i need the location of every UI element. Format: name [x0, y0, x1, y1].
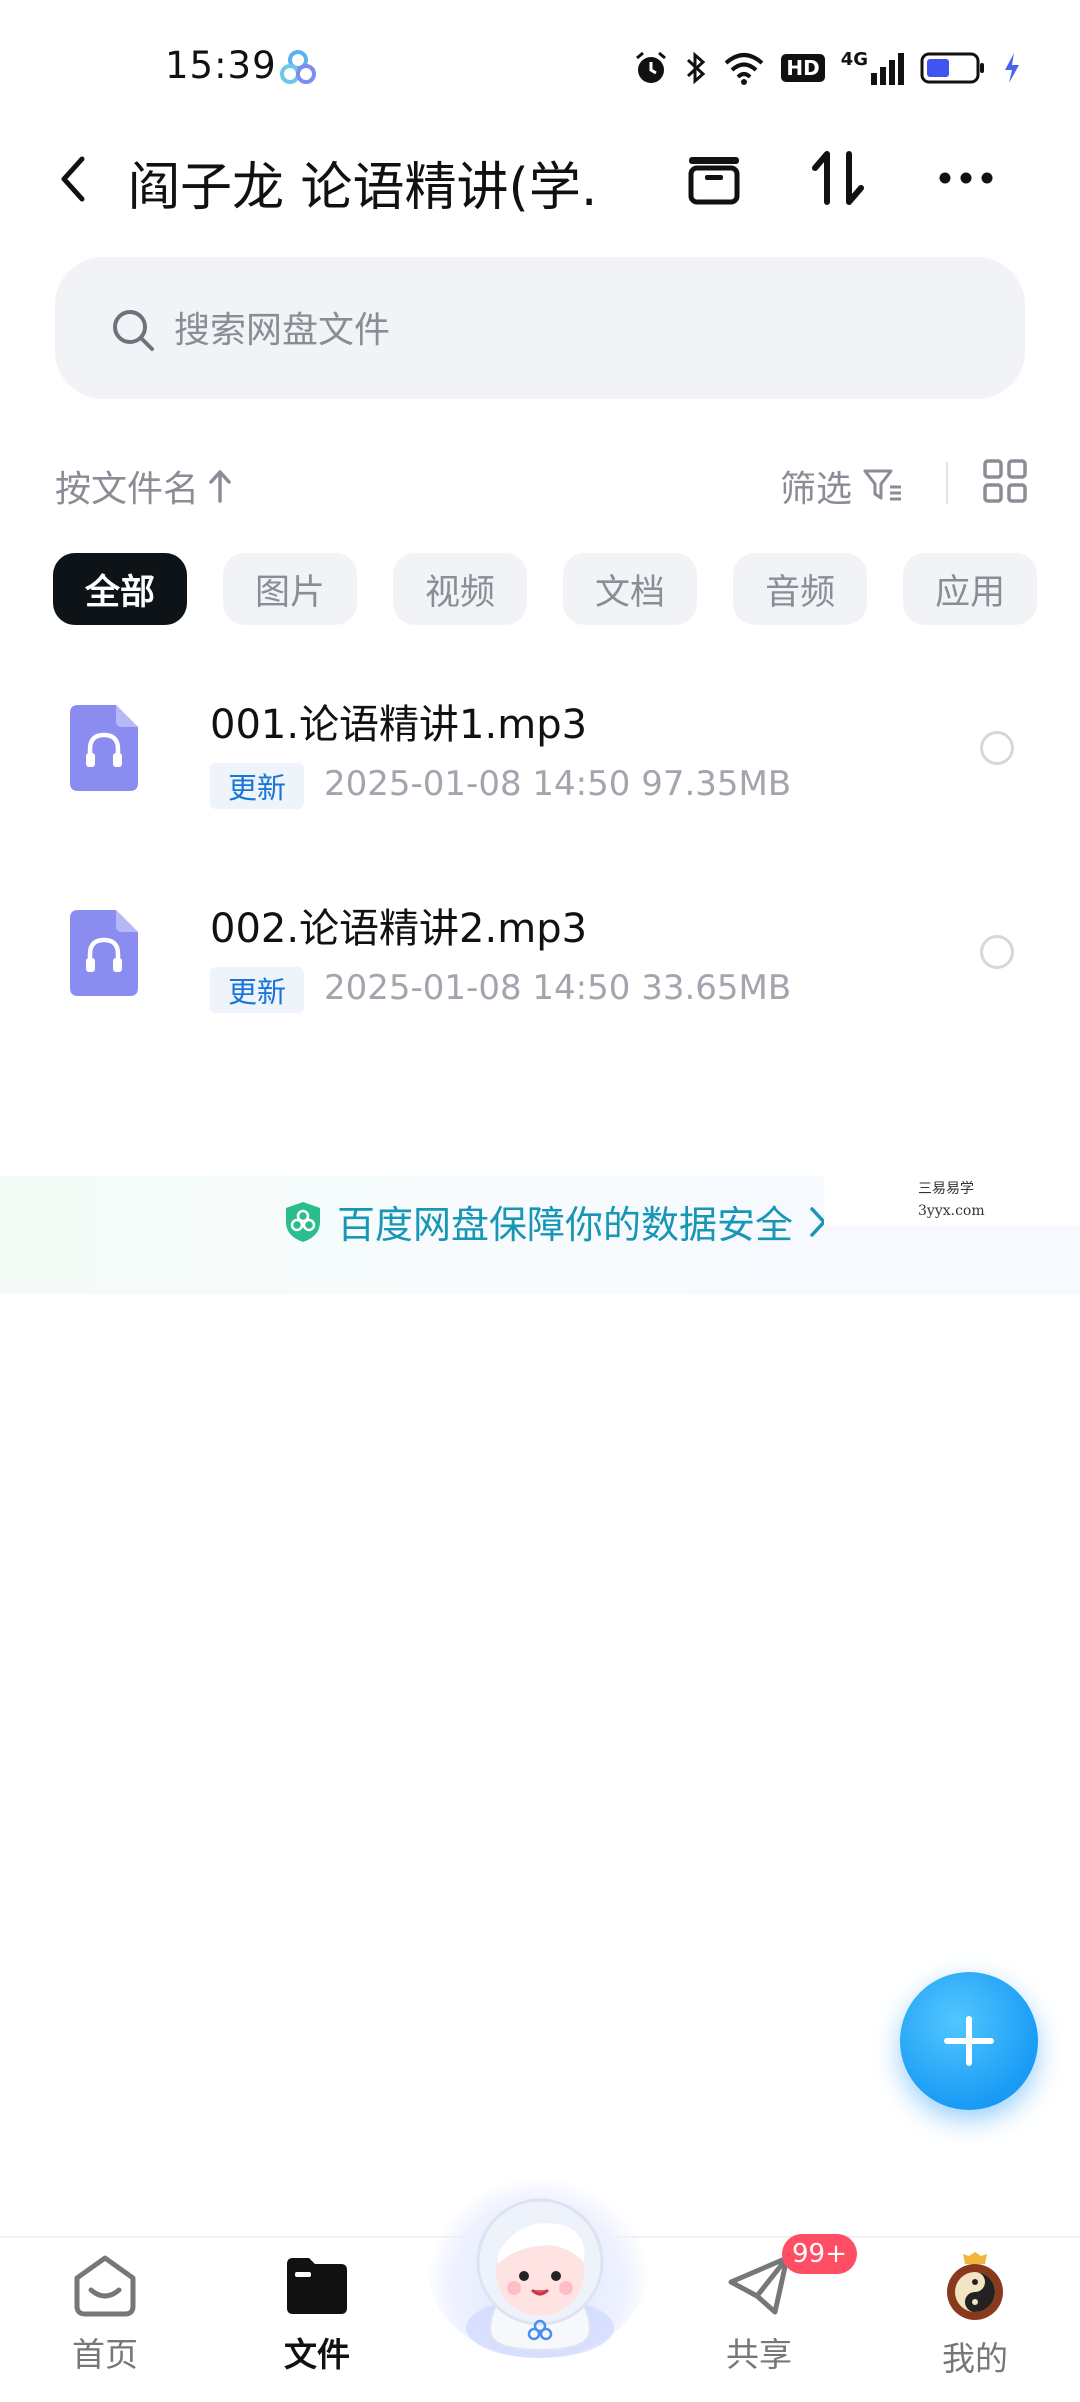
sort-label: 按文件名	[55, 469, 200, 510]
tab-images[interactable]: 图片	[223, 553, 358, 625]
status-icons: HD 4G	[633, 46, 1022, 90]
bluetooth-icon	[687, 51, 706, 85]
back-icon[interactable]	[50, 150, 94, 208]
mascot-icon[interactable]	[448, 2180, 632, 2370]
update-badge: 更新	[210, 967, 305, 1013]
tab-files[interactable]: 文件	[232, 2252, 402, 2376]
tab-home-label: 首页	[72, 2335, 138, 2374]
transfer-icon[interactable]	[807, 147, 869, 209]
watermark-line1: 三易易学	[918, 1181, 974, 1197]
file-list-item[interactable]	[0, 864, 1080, 1044]
tab-files-label: 文件	[284, 2335, 350, 2374]
tab-all[interactable]: 全部	[53, 553, 188, 625]
search-icon	[113, 310, 154, 351]
security-banner-content[interactable]: 百度网盘保障你的数据安全	[283, 1194, 829, 1249]
app-cloud-icon	[280, 50, 316, 84]
search-input[interactable]	[172, 296, 976, 364]
avatar-icon	[947, 2252, 1003, 2320]
file-meta: 2025-01-08 14:50 97.35MB	[324, 764, 792, 804]
watermark: 三易易学 3yyx.com	[918, 1178, 985, 1222]
filter-icon	[863, 469, 902, 501]
file-meta: 2025-01-08 14:50 33.65MB	[324, 968, 792, 1008]
divider	[946, 462, 948, 504]
file-list-item[interactable]	[0, 660, 1080, 840]
signal-4g-icon: 4G	[841, 51, 904, 85]
tab-share-label: 共享	[726, 2335, 792, 2374]
sort-by-name-button[interactable]: 按文件名	[55, 460, 233, 512]
filter-button[interactable]: 筛选	[780, 460, 904, 512]
tab-documents[interactable]: 文档	[563, 553, 698, 625]
battery-icon	[920, 52, 984, 84]
category-tabs: 全部 图片 视频 文档 音频 应用	[53, 553, 1038, 625]
audio-file-icon	[70, 910, 138, 996]
file-name: 002.论语精讲2.mp3	[210, 906, 588, 952]
share-count-badge: 99+	[782, 2234, 857, 2274]
folder-icon	[287, 2258, 347, 2314]
update-badge: 更新	[210, 763, 305, 809]
tab-apps[interactable]: 应用	[903, 553, 1038, 625]
archive-icon[interactable]	[683, 147, 745, 209]
select-radio[interactable]	[980, 935, 1014, 969]
hd-label: HD	[786, 56, 820, 80]
tab-home[interactable]: 首页	[20, 2252, 190, 2376]
tab-videos[interactable]: 视频	[393, 553, 528, 625]
tab-profile-label: 我的	[942, 2339, 1008, 2378]
network-label: 4G	[840, 49, 868, 70]
grid-view-icon[interactable]	[982, 458, 1028, 504]
more-icon[interactable]	[935, 147, 997, 209]
plus-icon	[944, 2016, 994, 2066]
audio-file-icon	[70, 705, 138, 791]
charging-icon	[1005, 53, 1019, 83]
watermark-line2: 3yyx.com	[918, 1203, 985, 1219]
filter-label: 筛选	[780, 469, 853, 510]
file-name: 001.论语精讲1.mp3	[210, 702, 588, 748]
security-banner-text: 百度网盘保障你的数据安全	[337, 1203, 794, 1247]
tab-audio[interactable]: 音频	[733, 553, 868, 625]
hd-icon: HD	[781, 54, 825, 82]
page-title: 阎子龙 论语精讲(学...	[128, 158, 598, 218]
shield-icon	[286, 1201, 320, 1242]
select-radio[interactable]	[980, 731, 1014, 765]
wifi-icon	[725, 53, 764, 85]
home-icon	[74, 2255, 136, 2317]
alarm-icon	[636, 51, 667, 83]
add-button[interactable]	[900, 1972, 1038, 2110]
tab-profile[interactable]: 我的	[890, 2252, 1060, 2380]
arrow-up-icon	[209, 470, 231, 503]
status-time: 15:39	[165, 44, 277, 87]
